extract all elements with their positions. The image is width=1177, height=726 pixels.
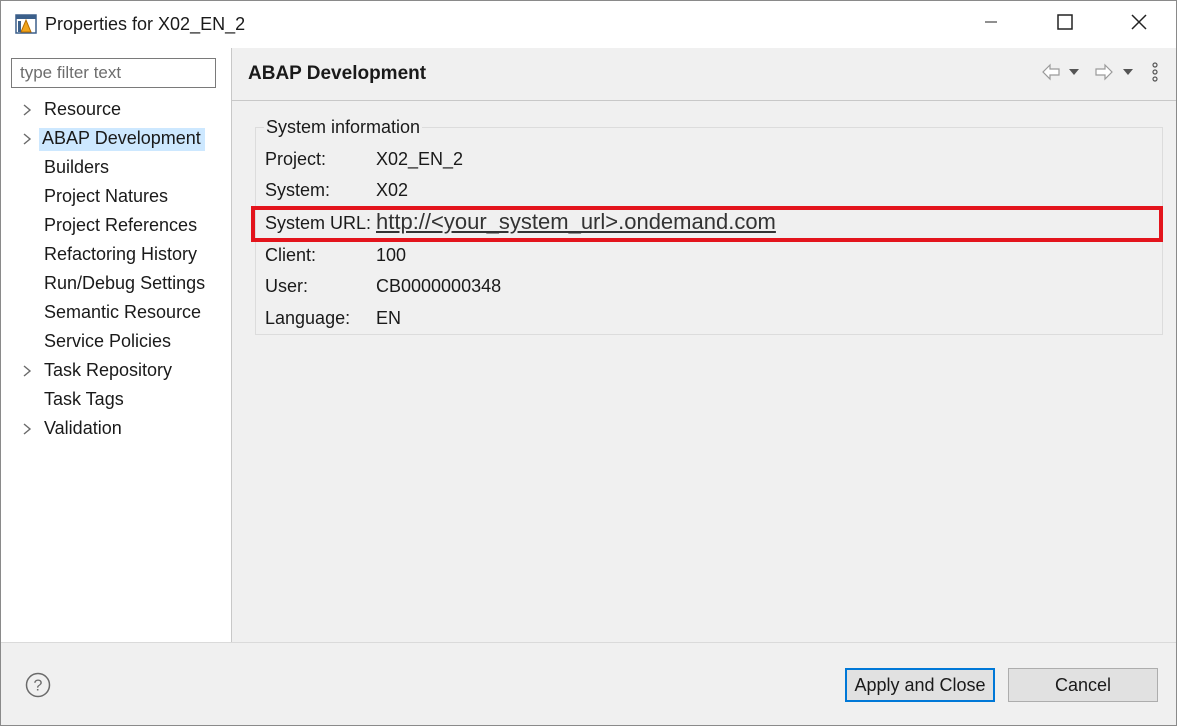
tree-item-label: Project Natures: [44, 186, 169, 206]
tree-item-abap-development[interactable]: ABAP Development: [1, 125, 231, 154]
property-page: ABAP Development System information Proj…: [232, 48, 1176, 642]
tree-item-label: Semantic Resource: [44, 302, 202, 322]
field-key: System:: [265, 180, 331, 200]
window-title: Properties for X02_EN_2: [45, 14, 246, 34]
field-value: CB0000000348: [376, 276, 502, 296]
tree-item-task-tags[interactable]: Task Tags: [1, 386, 231, 415]
chevron-right-icon[interactable]: [20, 132, 34, 146]
back-dropdown-icon[interactable]: [1067, 61, 1081, 83]
tree-item-run-debug-settings[interactable]: Run/Debug Settings: [1, 270, 231, 299]
apply-and-close-button[interactable]: Apply and Close: [845, 668, 995, 702]
page-title: ABAP Development: [248, 63, 427, 84]
minimize-button[interactable]: [956, 1, 1026, 48]
filter-field[interactable]: [11, 58, 216, 88]
forward-dropdown-icon[interactable]: [1121, 61, 1135, 83]
page-header: ABAP Development: [232, 48, 1176, 101]
chevron-right-icon[interactable]: [20, 364, 34, 378]
maximize-icon: [1057, 14, 1073, 35]
maximize-button[interactable]: [1030, 1, 1100, 48]
tree-item-builders[interactable]: Builders: [1, 154, 231, 183]
tree-item-label: Builders: [44, 157, 110, 177]
svg-text:?: ?: [34, 678, 43, 695]
field-key: User:: [265, 276, 309, 296]
tree-item-task-repository[interactable]: Task Repository: [1, 357, 231, 386]
minimize-icon: [984, 15, 998, 34]
tree-item-semantic-resource[interactable]: Semantic Resource: [1, 299, 231, 328]
chevron-right-icon[interactable]: [20, 422, 34, 436]
tree-item-label: Validation: [44, 418, 122, 438]
field-value: EN: [376, 308, 402, 328]
tree-item-label: Task Repository: [44, 360, 173, 380]
field-key: Language:: [265, 308, 351, 328]
tree-item-label: Resource: [44, 99, 122, 119]
tree-item-project-natures[interactable]: Project Natures: [1, 183, 231, 212]
tree-item-label: Run/Debug Settings: [44, 273, 206, 293]
field-value: X02: [376, 180, 409, 200]
field-value: 100: [376, 245, 407, 265]
tree-item-label: Project References: [44, 215, 198, 235]
tree-item-resource[interactable]: Resource: [1, 96, 231, 125]
title-bar: Properties for X02_EN_2: [1, 1, 1176, 48]
tree-item-label: Refactoring History: [44, 244, 198, 264]
tree-item-label: Task Tags: [44, 389, 124, 409]
eclipse-properties-icon: [15, 13, 37, 35]
close-icon: [1131, 14, 1147, 35]
field-key: Client:: [265, 245, 317, 265]
more-options-icon[interactable]: [1149, 61, 1161, 83]
system-url-highlight-box: [251, 206, 1163, 242]
field-key: Project:: [265, 149, 327, 169]
field-value: X02_EN_2: [376, 149, 464, 169]
sidebar: Resource ABAP Development Builders Proje…: [1, 48, 232, 642]
back-arrow-icon[interactable]: [1040, 61, 1062, 83]
group-label: System information: [264, 117, 423, 138]
tree-item-validation[interactable]: Validation: [1, 415, 231, 444]
filter-input[interactable]: [12, 59, 215, 87]
tree-item-label: Service Policies: [44, 331, 172, 351]
dialog-footer: ? Apply and Close Cancel: [1, 642, 1176, 725]
tree-item-refactoring-history[interactable]: Refactoring History: [1, 241, 231, 270]
forward-arrow-icon[interactable]: [1093, 61, 1115, 83]
tree-item-label: ABAP Development: [39, 128, 205, 151]
cancel-button[interactable]: Cancel: [1008, 668, 1158, 702]
close-button[interactable]: [1104, 1, 1174, 48]
help-icon[interactable]: ?: [25, 672, 51, 698]
properties-dialog: Properties for X02_EN_2 Resource: [0, 0, 1177, 726]
tree-item-service-policies[interactable]: Service Policies: [1, 328, 231, 357]
chevron-right-icon[interactable]: [20, 103, 34, 117]
tree-item-project-references[interactable]: Project References: [1, 212, 231, 241]
